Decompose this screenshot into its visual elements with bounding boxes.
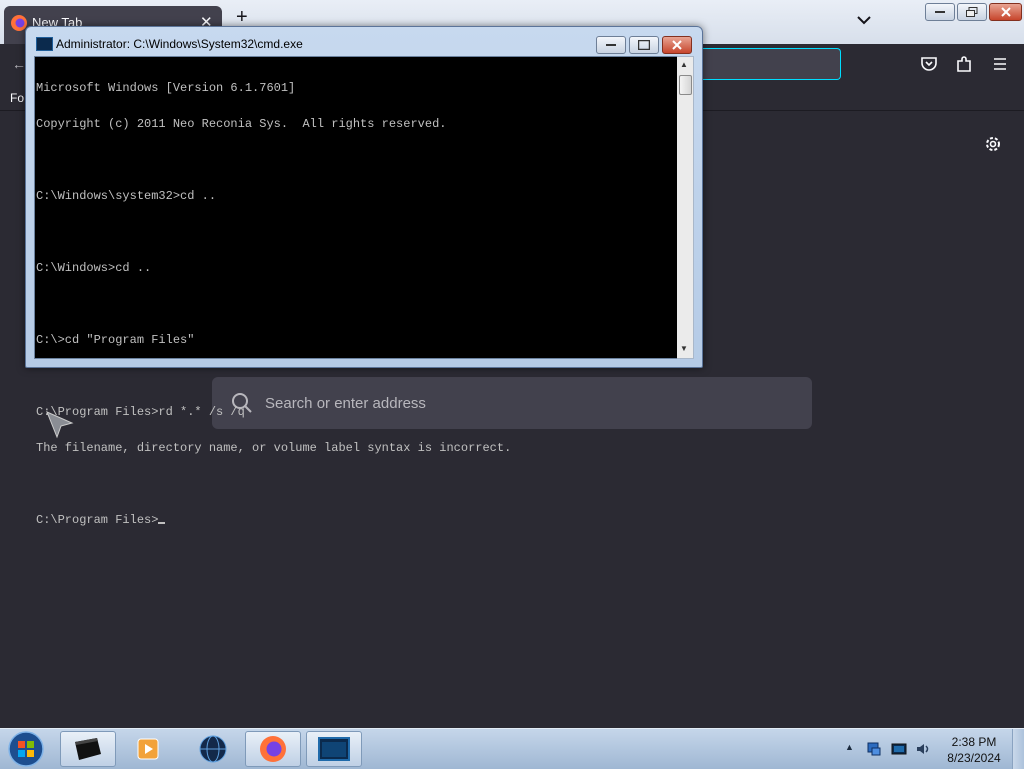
clock-date: 8/23/2024: [947, 751, 1001, 765]
cmd-scrollbar[interactable]: ▲ ▼: [677, 56, 694, 359]
cmd-minimize-button[interactable]: [596, 36, 626, 54]
restore-icon: [966, 7, 978, 17]
network-tray-icon[interactable]: [866, 741, 882, 757]
cmd-line: [36, 478, 511, 490]
display-tray-icon[interactable]: [891, 741, 907, 757]
cmd-window[interactable]: Administrator: C:\Windows\System32\cmd.e…: [25, 26, 703, 526]
cmd-window-title: Administrator: C:\Windows\System32\cmd.e…: [56, 37, 303, 51]
cmd-line: [36, 226, 511, 238]
scrollbar-thumb[interactable]: [679, 75, 692, 95]
cmd-window-icon: [36, 37, 53, 51]
cmd-line: The filename, directory name, or volume …: [36, 441, 512, 455]
menu-hamburger-icon[interactable]: [989, 53, 1011, 75]
taskbar-button-cmd[interactable]: [306, 731, 362, 767]
show-desktop-button[interactable]: [1012, 729, 1024, 769]
cmd-line: C:\Windows\system32>cd ..: [36, 189, 217, 203]
url-bar[interactable]: [700, 48, 841, 80]
settings-gear-icon[interactable]: [983, 134, 1003, 154]
extensions-puzzle-icon[interactable]: [953, 53, 975, 75]
cmd-line: [36, 298, 511, 310]
taskbar: ▲ 2:38 PM 8/23/2024: [0, 728, 1024, 769]
close-button[interactable]: [989, 3, 1022, 21]
cmd-console[interactable]: Microsoft Windows [Version 6.1.7601] Cop…: [34, 56, 678, 526]
back-arrow-icon[interactable]: ←: [12, 56, 26, 72]
bookmark-item[interactable]: Fo: [10, 91, 24, 105]
cmd-close-button[interactable]: [662, 36, 692, 54]
taskbar-clock[interactable]: 2:38 PM 8/23/2024: [944, 734, 1004, 766]
firefox-icon: [260, 736, 286, 762]
minimize-icon: [935, 11, 945, 13]
clock-time: 2:38 PM: [951, 735, 997, 749]
cmd-line: [36, 370, 511, 382]
taskbar-button-cmd-window[interactable]: [60, 731, 116, 767]
scroll-down-arrow-icon[interactable]: ▼: [680, 344, 688, 353]
media-player-icon: [137, 738, 159, 760]
cmd-prompt: C:\Program Files>: [36, 513, 159, 527]
taskbar-button-globe[interactable]: [185, 731, 241, 767]
cmd-line: [36, 154, 511, 166]
minimize-icon: [606, 44, 616, 46]
list-all-tabs-icon[interactable]: [854, 10, 874, 30]
taskbar-button-firefox[interactable]: [245, 731, 301, 767]
close-icon: [672, 40, 682, 50]
cmd-output: Microsoft Windows [Version 6.1.7601] Cop…: [36, 58, 511, 550]
close-icon: [1000, 7, 1011, 17]
restore-button[interactable]: [957, 3, 987, 21]
cmd-prompt-line: C:\Program Files>: [36, 514, 511, 526]
cmd-window-icon: [75, 738, 101, 760]
minimize-button[interactable]: [925, 3, 955, 21]
cmd-line: C:\Windows>cd ..: [36, 261, 152, 275]
cmd-line: C:\Program Files>rd *.* /s /q: [36, 405, 245, 419]
taskbar-button-media-player[interactable]: [120, 731, 176, 767]
text-cursor: [158, 522, 166, 524]
scroll-up-arrow-icon[interactable]: ▲: [680, 60, 688, 69]
cmd-line: Copyright (c) 2011 Neo Reconia Sys. All …: [36, 117, 447, 131]
start-button-icon[interactable]: [6, 730, 46, 768]
maximize-icon: [638, 40, 650, 50]
cmd-maximize-button[interactable]: [629, 36, 659, 54]
cmd-line: Microsoft Windows [Version 6.1.7601]: [36, 81, 296, 95]
pocket-icon[interactable]: [918, 53, 940, 75]
globe-icon: [199, 735, 227, 763]
cmd-icon: [318, 737, 350, 761]
show-hidden-icons-arrow[interactable]: ▲: [845, 742, 854, 752]
cmd-line: C:\>cd "Program Files": [36, 333, 195, 347]
volume-tray-icon[interactable]: [915, 741, 931, 757]
